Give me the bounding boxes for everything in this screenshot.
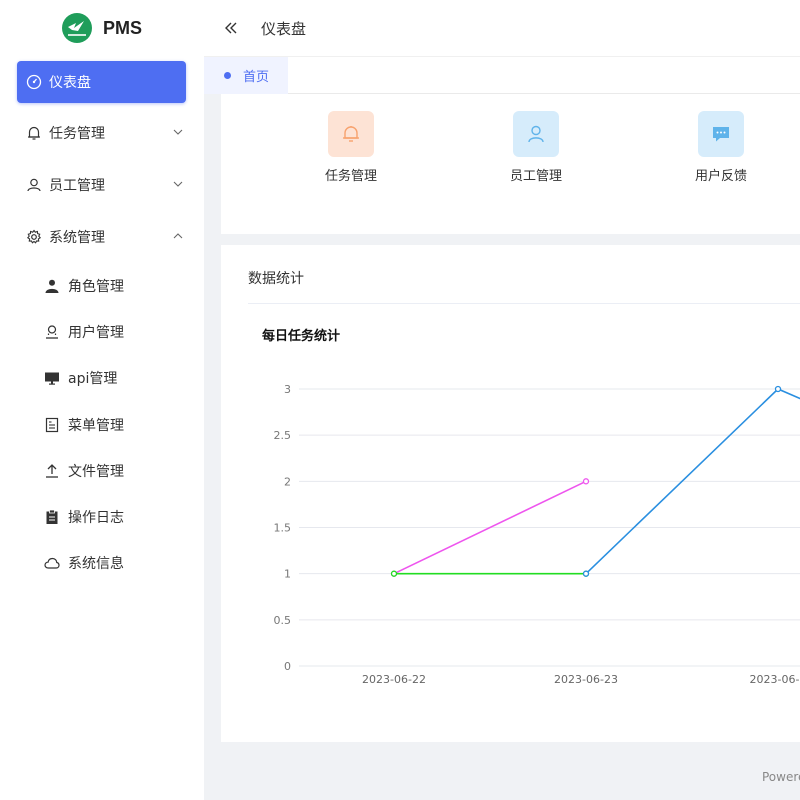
y-tick-label: 3 xyxy=(284,383,291,396)
sidebar-subitem-api[interactable]: api管理 xyxy=(44,363,194,393)
sidebar-item-label: 仪表盘 xyxy=(49,75,91,91)
sidebar-item-system[interactable]: 系统管理 xyxy=(17,216,186,258)
gear-icon xyxy=(25,228,43,246)
sidebar-subitem-label: 用户管理 xyxy=(68,325,124,341)
y-tick-label: 0.5 xyxy=(274,614,292,627)
shortcut-tasks[interactable]: 任务管理 xyxy=(291,111,411,184)
shortcut-label: 任务管理 xyxy=(324,169,377,184)
upload-icon xyxy=(44,463,60,479)
y-tick-label: 2.5 xyxy=(274,429,292,442)
y-tick-label: 2 xyxy=(284,475,291,488)
sidebar-item-label: 员工管理 xyxy=(49,178,105,194)
bell-icon xyxy=(328,111,374,157)
footer-text: Powere xyxy=(762,770,800,784)
sidebar-item-dashboard[interactable]: 仪表盘 xyxy=(17,61,186,103)
shortcut-label: 员工管理 xyxy=(509,169,562,184)
y-tick-label: 0 xyxy=(284,660,291,673)
chevron-down-icon xyxy=(173,129,183,135)
bell-icon xyxy=(25,124,43,142)
line-chart: 0 0.5 1 1.5 2 2.5 3 2023-06-22 2023-06-23 2023-06… xyxy=(274,383,800,686)
user-outline-icon xyxy=(44,324,60,340)
logo[interactable]: PMS xyxy=(0,0,204,56)
stats-card: 数据统计 每日任务统计 0 0.5 1 1.5 2 2.5 3 2023-06-22 2023-… xyxy=(221,245,800,742)
sidebar-item-label: 任务管理 xyxy=(49,126,105,142)
person-icon xyxy=(44,278,60,294)
data-point xyxy=(390,570,398,577)
data-point xyxy=(774,385,782,393)
sidebar-subitem-label: 角色管理 xyxy=(68,279,124,295)
sidebar-subitem-users[interactable]: 用户管理 xyxy=(44,317,194,347)
sidebar-subitem-label: 系统信息 xyxy=(68,556,124,572)
cloud-icon xyxy=(44,555,60,571)
document-icon xyxy=(44,417,60,433)
sidebar-subitem-label: 文件管理 xyxy=(68,464,124,480)
sidebar-subitem-files[interactable]: 文件管理 xyxy=(44,456,194,486)
sidebar-subitem-sysinfo[interactable]: 系统信息 xyxy=(44,548,194,578)
sidebar: PMS 仪表盘 任务管理 员工管理 系统管理 角色管理 用户管理 api管理 菜… xyxy=(0,0,204,800)
monitor-icon xyxy=(44,370,60,386)
x-tick-label: 2023-06-2 xyxy=(750,673,800,686)
sidebar-subitem-label: 操作日志 xyxy=(68,510,124,526)
sidebar-item-label: 系统管理 xyxy=(49,230,105,246)
sidebar-subitem-roles[interactable]: 角色管理 xyxy=(44,271,194,301)
top-header: 仪表盘 xyxy=(204,0,800,56)
clipboard-icon xyxy=(44,509,60,525)
sidebar-item-employees[interactable]: 员工管理 xyxy=(17,164,186,206)
data-point xyxy=(582,478,590,485)
chat-icon xyxy=(698,111,744,157)
shortcut-label: 用户反馈 xyxy=(694,169,747,184)
dashboard-icon xyxy=(25,73,43,91)
sidebar-subitem-label: api管理 xyxy=(68,371,118,387)
sidebar-item-tasks[interactable]: 任务管理 xyxy=(17,112,186,154)
tab-bar: 首页 xyxy=(204,56,800,94)
sidebar-subitem-label: 菜单管理 xyxy=(68,418,124,434)
sidebar-subitem-menus[interactable]: 菜单管理 xyxy=(44,410,194,440)
user-icon xyxy=(513,111,559,157)
breadcrumb: 仪表盘 xyxy=(261,19,307,38)
sidebar-subitem-logs[interactable]: 操作日志 xyxy=(44,502,194,532)
shortcut-feedback[interactable]: 用户反馈 xyxy=(661,111,781,184)
logo-text: PMS xyxy=(103,17,143,38)
collapse-sidebar-icon[interactable] xyxy=(224,20,240,36)
chevron-up-icon xyxy=(173,233,183,239)
y-tick-label: 1 xyxy=(284,568,291,581)
user-icon xyxy=(25,176,43,194)
data-point xyxy=(582,570,590,577)
logo-icon xyxy=(62,13,92,43)
x-tick-label: 2023-06-22 xyxy=(362,673,426,686)
y-tick-label: 1.5 xyxy=(274,522,292,535)
tab-home[interactable]: 首页 xyxy=(204,57,288,94)
x-tick-label: 2023-06-23 xyxy=(554,673,618,686)
tab-label: 首页 xyxy=(243,70,270,85)
shortcut-employees[interactable]: 员工管理 xyxy=(476,111,596,184)
active-dot xyxy=(224,72,231,79)
chevron-down-icon xyxy=(173,181,183,187)
shortcut-card: 任务管理 员工管理 用户反馈 xyxy=(221,94,800,234)
